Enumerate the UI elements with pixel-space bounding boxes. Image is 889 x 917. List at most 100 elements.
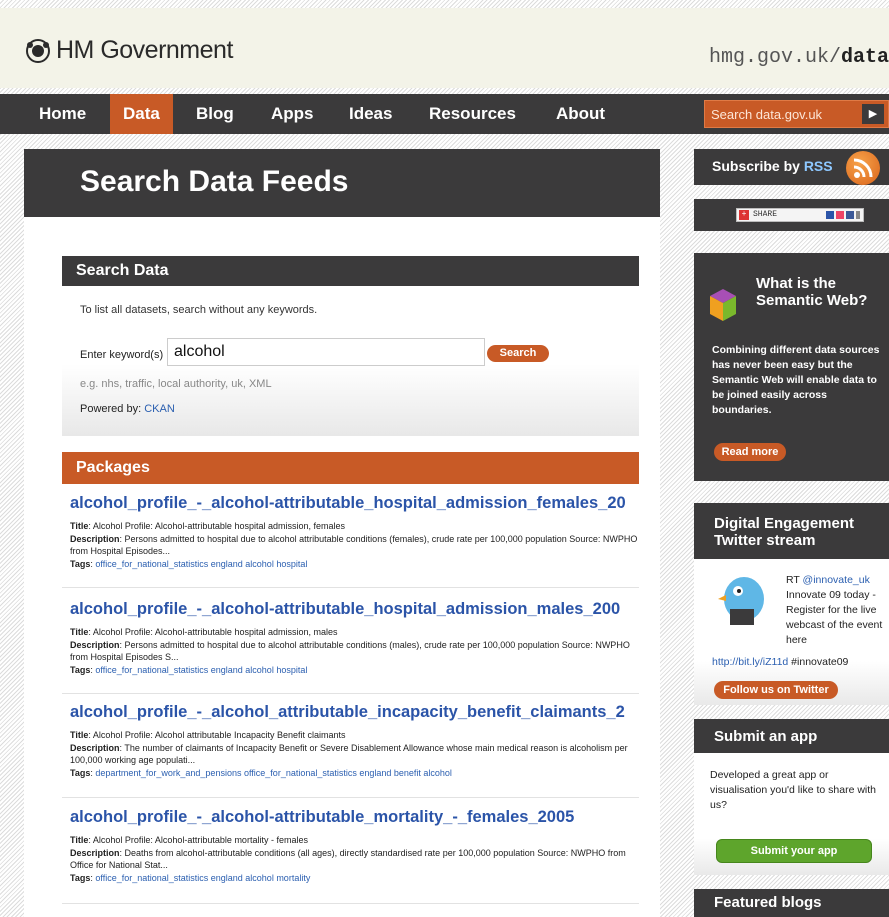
package-meta: Title: Alcohol Profile: Alcohol-attribut… bbox=[62, 834, 639, 884]
share-button[interactable]: + SHARE bbox=[736, 208, 864, 222]
twitter-box: Digital Engagement Twitter stream RT @in… bbox=[694, 503, 889, 705]
nav-blog[interactable]: Blog bbox=[183, 94, 247, 134]
package-description: Description: Persons admitted to hospita… bbox=[70, 639, 630, 663]
package-title-line: Title: Alcohol Profile: Alcohol-attribut… bbox=[70, 627, 338, 637]
description-label: Description bbox=[70, 847, 120, 858]
description-label: Description bbox=[70, 533, 120, 544]
nav-resources[interactable]: Resources bbox=[416, 94, 529, 134]
package-link[interactable]: alcohol_profile_-_alcohol-attributable_m… bbox=[62, 808, 639, 827]
tweet-url-line: http://bit.ly/iZ11d #innovate09 bbox=[712, 656, 848, 668]
hm-government-logo[interactable]: HM Government bbox=[24, 36, 233, 65]
submit-app-head: Submit an app bbox=[694, 719, 889, 753]
package-divider bbox=[62, 797, 639, 798]
package-title: Alcohol Profile: Alcohol-attributable ho… bbox=[92, 521, 345, 531]
title-label: Title bbox=[70, 627, 89, 637]
tags-label: Tags bbox=[70, 664, 91, 675]
package-tags: Tags: office_for_national_statistics eng… bbox=[70, 664, 308, 675]
site-url-prefix: hmg.gov.uk/ bbox=[708, 46, 841, 69]
package-title: Alcohol Profile: Alcohol-attributable mo… bbox=[92, 835, 308, 845]
package-description: Description: Persons admitted to hospita… bbox=[70, 533, 638, 557]
package-meta: Title: Alcohol Profile: Alcohol-attribut… bbox=[62, 626, 639, 676]
package-description-text: Persons admitted to hospital due to alco… bbox=[70, 639, 630, 663]
title-label: Title bbox=[70, 521, 89, 531]
package-tag-links[interactable]: office_for_national_statistics england a… bbox=[95, 559, 307, 569]
rss-word: RSS bbox=[803, 158, 833, 174]
package-description: Description: Deaths from alcohol-attribu… bbox=[70, 847, 626, 871]
rss-prefix: Subscribe by bbox=[712, 158, 804, 174]
twitter-bird-icon bbox=[718, 577, 764, 625]
follow-twitter-button[interactable]: Follow us on Twitter bbox=[714, 681, 838, 699]
nav-home[interactable]: Home bbox=[26, 94, 99, 134]
site-search: ▶ bbox=[704, 100, 889, 128]
powered-by: Powered by: CKAN bbox=[80, 403, 175, 415]
package-item: alcohol_profile_-_alcohol-attributable_m… bbox=[62, 808, 639, 884]
ckan-link[interactable]: CKAN bbox=[144, 403, 175, 415]
site-url-data: data bbox=[840, 46, 889, 69]
tags-label: Tags bbox=[70, 872, 91, 883]
submit-app-box: Submit an app Developed a great app or v… bbox=[694, 719, 889, 875]
twitter-head: Digital Engagement Twitter stream bbox=[694, 503, 889, 559]
triangle-right-icon[interactable]: ▶ bbox=[862, 104, 884, 124]
package-title: Alcohol Profile: Alcohol-attributable ho… bbox=[92, 627, 338, 637]
tweet-body: Innovate 09 today - Register for the liv… bbox=[786, 589, 883, 646]
package-tag-links[interactable]: department_for_work_and_pensions office_… bbox=[95, 768, 452, 778]
share-label: SHARE bbox=[753, 210, 778, 219]
package-title-line: Title: Alcohol Profile: Alcohol-attribut… bbox=[70, 521, 345, 531]
package-title-line: Title: Alcohol Profile: Alcohol attribut… bbox=[70, 730, 346, 740]
tweet-hashtag: #innovate09 bbox=[788, 656, 849, 668]
keyword-label: Enter keyword(s) bbox=[80, 349, 164, 361]
nav-ideas[interactable]: Ideas bbox=[336, 94, 405, 134]
submit-app-heading: Submit an app bbox=[714, 728, 818, 745]
rss-label[interactable]: Subscribe by RSS bbox=[712, 158, 833, 174]
package-tag-links[interactable]: office_for_national_statistics england a… bbox=[95, 873, 310, 883]
package-description-text: The number of claimants of Incapacity Be… bbox=[70, 742, 628, 766]
site-url: hmg.gov.uk/data bbox=[709, 46, 889, 69]
nav-apps[interactable]: Apps bbox=[258, 94, 327, 134]
package-description: Description: The number of claimants of … bbox=[70, 742, 628, 766]
package-divider bbox=[62, 693, 639, 694]
search-data-heading: Search Data bbox=[62, 256, 639, 286]
tweet-text: RT @innovate_uk Innovate 09 today - Regi… bbox=[786, 573, 886, 648]
package-divider bbox=[62, 903, 639, 904]
package-link[interactable]: alcohol_profile_-_alcohol-attributable_h… bbox=[62, 494, 639, 513]
search-data-panel: Search Data To list all datasets, search… bbox=[62, 256, 639, 436]
title-label: Title bbox=[70, 835, 89, 845]
social-icons bbox=[826, 211, 860, 219]
nav-data[interactable]: Data bbox=[110, 94, 173, 134]
submit-app-button[interactable]: Submit your app bbox=[716, 839, 872, 863]
submit-app-body: Developed a great app or visualisation y… bbox=[694, 753, 889, 875]
page-title: Search Data Feeds bbox=[80, 165, 349, 198]
package-meta: Title: Alcohol Profile: Alcohol attribut… bbox=[62, 729, 639, 779]
tags-label: Tags bbox=[70, 558, 91, 569]
package-title: Alcohol Profile: Alcohol attributable In… bbox=[92, 730, 346, 740]
site-search-input[interactable] bbox=[705, 101, 857, 127]
royal-crest-icon bbox=[26, 38, 50, 63]
package-tags: Tags: department_for_work_and_pensions o… bbox=[70, 767, 452, 778]
read-more-button[interactable]: Read more bbox=[714, 443, 786, 461]
package-meta: Title: Alcohol Profile: Alcohol-attribut… bbox=[62, 520, 639, 570]
package-tag-links[interactable]: office_for_national_statistics england a… bbox=[95, 665, 307, 675]
rss-box: Subscribe by RSS bbox=[694, 149, 889, 185]
description-label: Description bbox=[70, 742, 120, 753]
logo-text: HM Government bbox=[56, 36, 233, 64]
search-examples: e.g. nhs, traffic, local authority, uk, … bbox=[80, 378, 272, 390]
keyword-input[interactable] bbox=[167, 338, 485, 366]
featured-blogs-heading: Featured blogs bbox=[714, 894, 822, 911]
package-item: alcohol_profile_-_alcohol-attributable_h… bbox=[62, 600, 639, 676]
search-button[interactable]: Search bbox=[487, 345, 549, 362]
title-label: Title bbox=[70, 730, 89, 740]
package-link[interactable]: alcohol_profile_-_alcohol_attributable_i… bbox=[62, 703, 639, 722]
submit-app-text: Developed a great app or visualisation y… bbox=[710, 769, 877, 811]
package-description-text: Persons admitted to hospital due to alco… bbox=[70, 533, 638, 557]
nav-about[interactable]: About bbox=[543, 94, 618, 134]
page-header: Search Data Feeds bbox=[24, 149, 660, 217]
rss-icon[interactable] bbox=[846, 151, 880, 185]
package-item: alcohol_profile_-_alcohol-attributable_h… bbox=[62, 494, 639, 570]
twitter-body: RT @innovate_uk Innovate 09 today - Regi… bbox=[694, 559, 889, 705]
package-item: alcohol_profile_-_alcohol_attributable_i… bbox=[62, 703, 639, 779]
tweet-url-link[interactable]: http://bit.ly/iZ11d bbox=[712, 656, 788, 668]
share-box: + SHARE bbox=[694, 199, 889, 231]
package-link[interactable]: alcohol_profile_-_alcohol-attributable_h… bbox=[62, 600, 639, 619]
tweet-handle-link[interactable]: @innovate_uk bbox=[803, 574, 870, 586]
semantic-cube-icon bbox=[710, 289, 736, 321]
